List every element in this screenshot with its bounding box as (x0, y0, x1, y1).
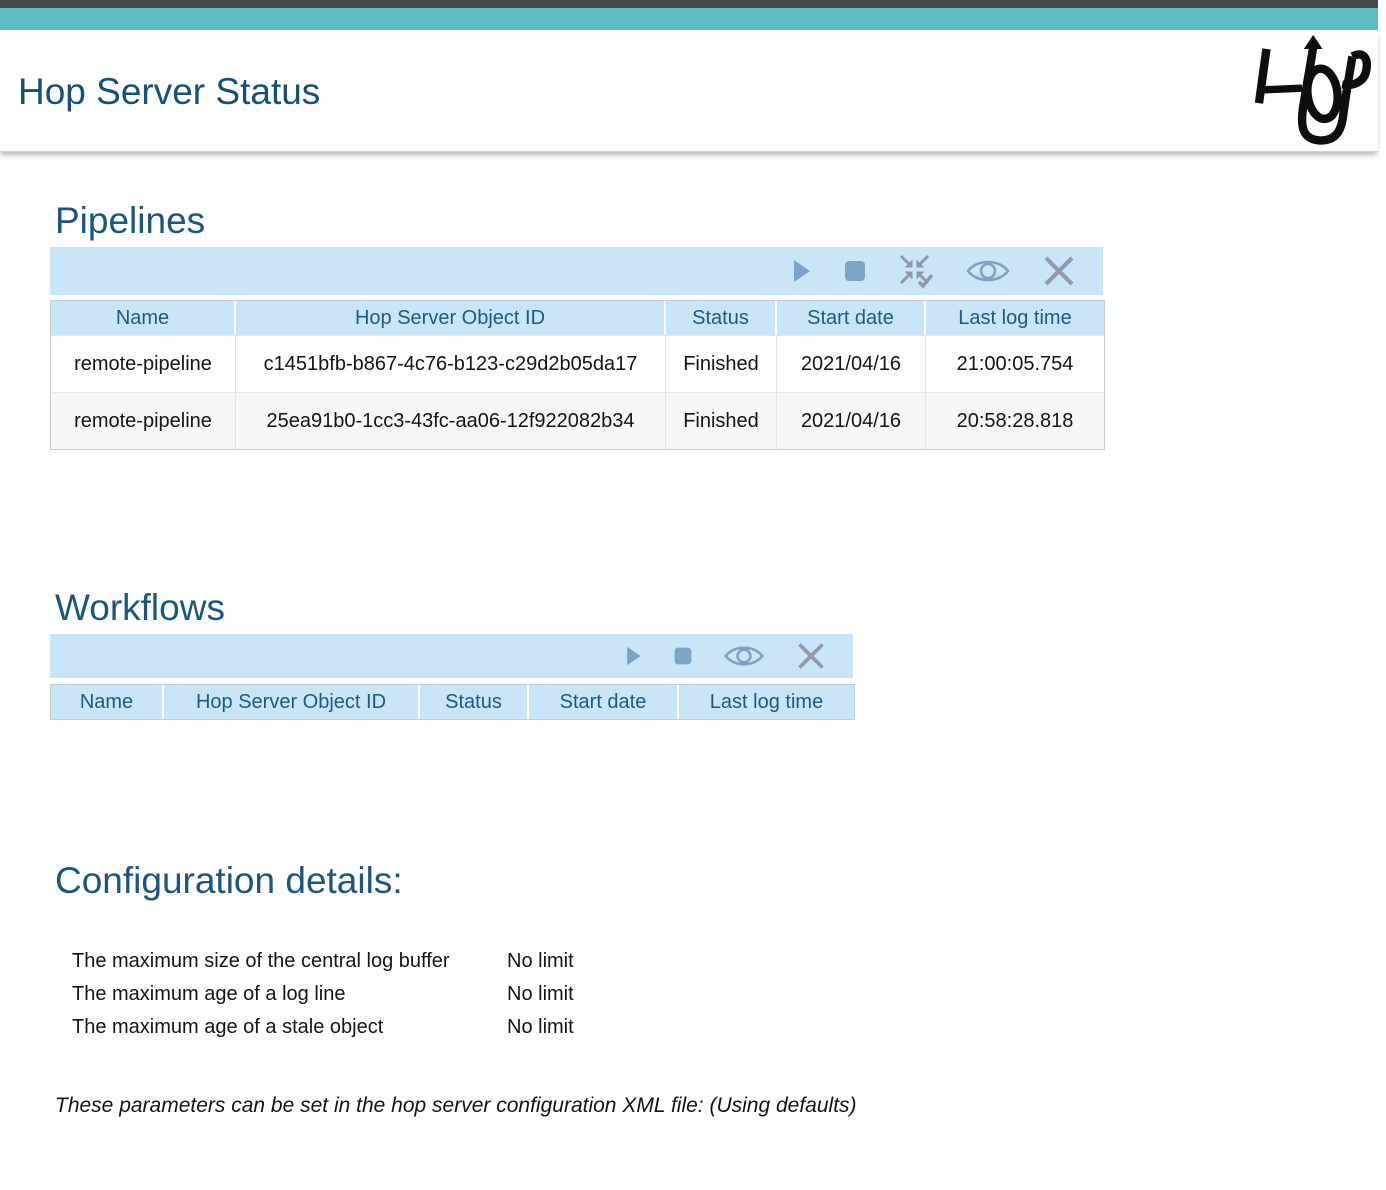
config-parameter-row: The maximum size of the central log buff… (72, 945, 1386, 978)
hop-logo-icon (1245, 34, 1372, 148)
pipeline-name: remote-pipeline (51, 335, 236, 392)
start-workflow-icon[interactable] (623, 644, 643, 668)
workflows-table-header: Name Hop Server Object ID Status Start d… (51, 685, 854, 719)
column-header-last-log-time: Last log time (926, 301, 1104, 335)
workflows-table: Name Hop Server Object ID Status Start d… (50, 684, 855, 720)
column-header-name: Name (51, 301, 236, 335)
pipeline-object-id: c1451bfb-b867-4c76-b123-c29d2b05da17 (236, 335, 666, 392)
start-pipeline-icon[interactable] (789, 258, 813, 284)
column-header-last-log-time: Last log time (679, 685, 854, 719)
configuration-note: These parameters can be set in the hop s… (55, 1094, 1386, 1118)
configuration-section: Configuration details: The maximum size … (0, 858, 1386, 1118)
cleanup-pipeline-icon[interactable] (897, 252, 935, 290)
pipelines-heading: Pipelines (55, 198, 1386, 243)
workflows-section: Workflows (0, 585, 1386, 720)
page-header: Hop Server Status (0, 30, 1378, 152)
window-top-bar (0, 0, 1378, 8)
workflows-toolbar (50, 634, 853, 678)
pipeline-last-log-time: 21:00:05.754 (926, 335, 1104, 392)
pipeline-row[interactable]: remote-pipeline c1451bfb-b867-4c76-b123-… (51, 335, 1104, 392)
pipeline-start-date: 2021/04/16 (777, 392, 926, 449)
remove-workflow-icon[interactable] (795, 640, 827, 672)
column-header-start-date: Start date (529, 685, 679, 719)
pipelines-table: Name Hop Server Object ID Status Start d… (50, 300, 1105, 450)
stop-pipeline-icon[interactable] (843, 259, 867, 283)
pipeline-object-id: 25ea91b0-1cc3-43fc-aa06-12f922082b34 (236, 392, 666, 449)
config-parameter-value: No limit (507, 978, 574, 1011)
workflows-heading: Workflows (55, 585, 1386, 630)
column-header-start-date: Start date (777, 301, 926, 335)
pipelines-section: Pipelines (0, 198, 1386, 450)
view-pipeline-icon[interactable] (965, 256, 1011, 286)
config-parameter-value: No limit (507, 1011, 574, 1044)
config-parameter-label: The maximum age of a log line (72, 978, 507, 1011)
remove-pipeline-icon[interactable] (1041, 253, 1077, 289)
pipelines-table-header: Name Hop Server Object ID Status Start d… (51, 301, 1104, 335)
column-header-status: Status (666, 301, 777, 335)
config-parameter-label: The maximum size of the central log buff… (72, 945, 507, 978)
configuration-heading: Configuration details: (55, 858, 1386, 903)
brand-accent-bar (0, 8, 1378, 30)
column-header-name: Name (51, 685, 164, 719)
config-parameter-label: The maximum age of a stale object (72, 1011, 507, 1044)
server-status-content: Pipelines (0, 198, 1386, 1118)
config-parameter-row: The maximum age of a log line No limit (72, 978, 1386, 1011)
column-header-status: Status (420, 685, 529, 719)
pipelines-toolbar (50, 247, 1103, 295)
pipeline-row[interactable]: remote-pipeline 25ea91b0-1cc3-43fc-aa06-… (51, 392, 1104, 449)
view-workflow-icon[interactable] (723, 642, 765, 670)
pipeline-last-log-time: 20:58:28.818 (926, 392, 1104, 449)
pipeline-status: Finished (666, 392, 777, 449)
config-parameter-row: The maximum age of a stale object No lim… (72, 1011, 1386, 1044)
pipeline-status: Finished (666, 335, 777, 392)
pipeline-start-date: 2021/04/16 (777, 335, 926, 392)
column-header-object-id: Hop Server Object ID (164, 685, 420, 719)
column-header-object-id: Hop Server Object ID (236, 301, 666, 335)
config-parameter-value: No limit (507, 945, 574, 978)
pipeline-name: remote-pipeline (51, 392, 236, 449)
stop-workflow-icon[interactable] (673, 646, 693, 666)
page-title: Hop Server Status (0, 30, 1378, 114)
configuration-parameters: The maximum size of the central log buff… (72, 945, 1386, 1044)
